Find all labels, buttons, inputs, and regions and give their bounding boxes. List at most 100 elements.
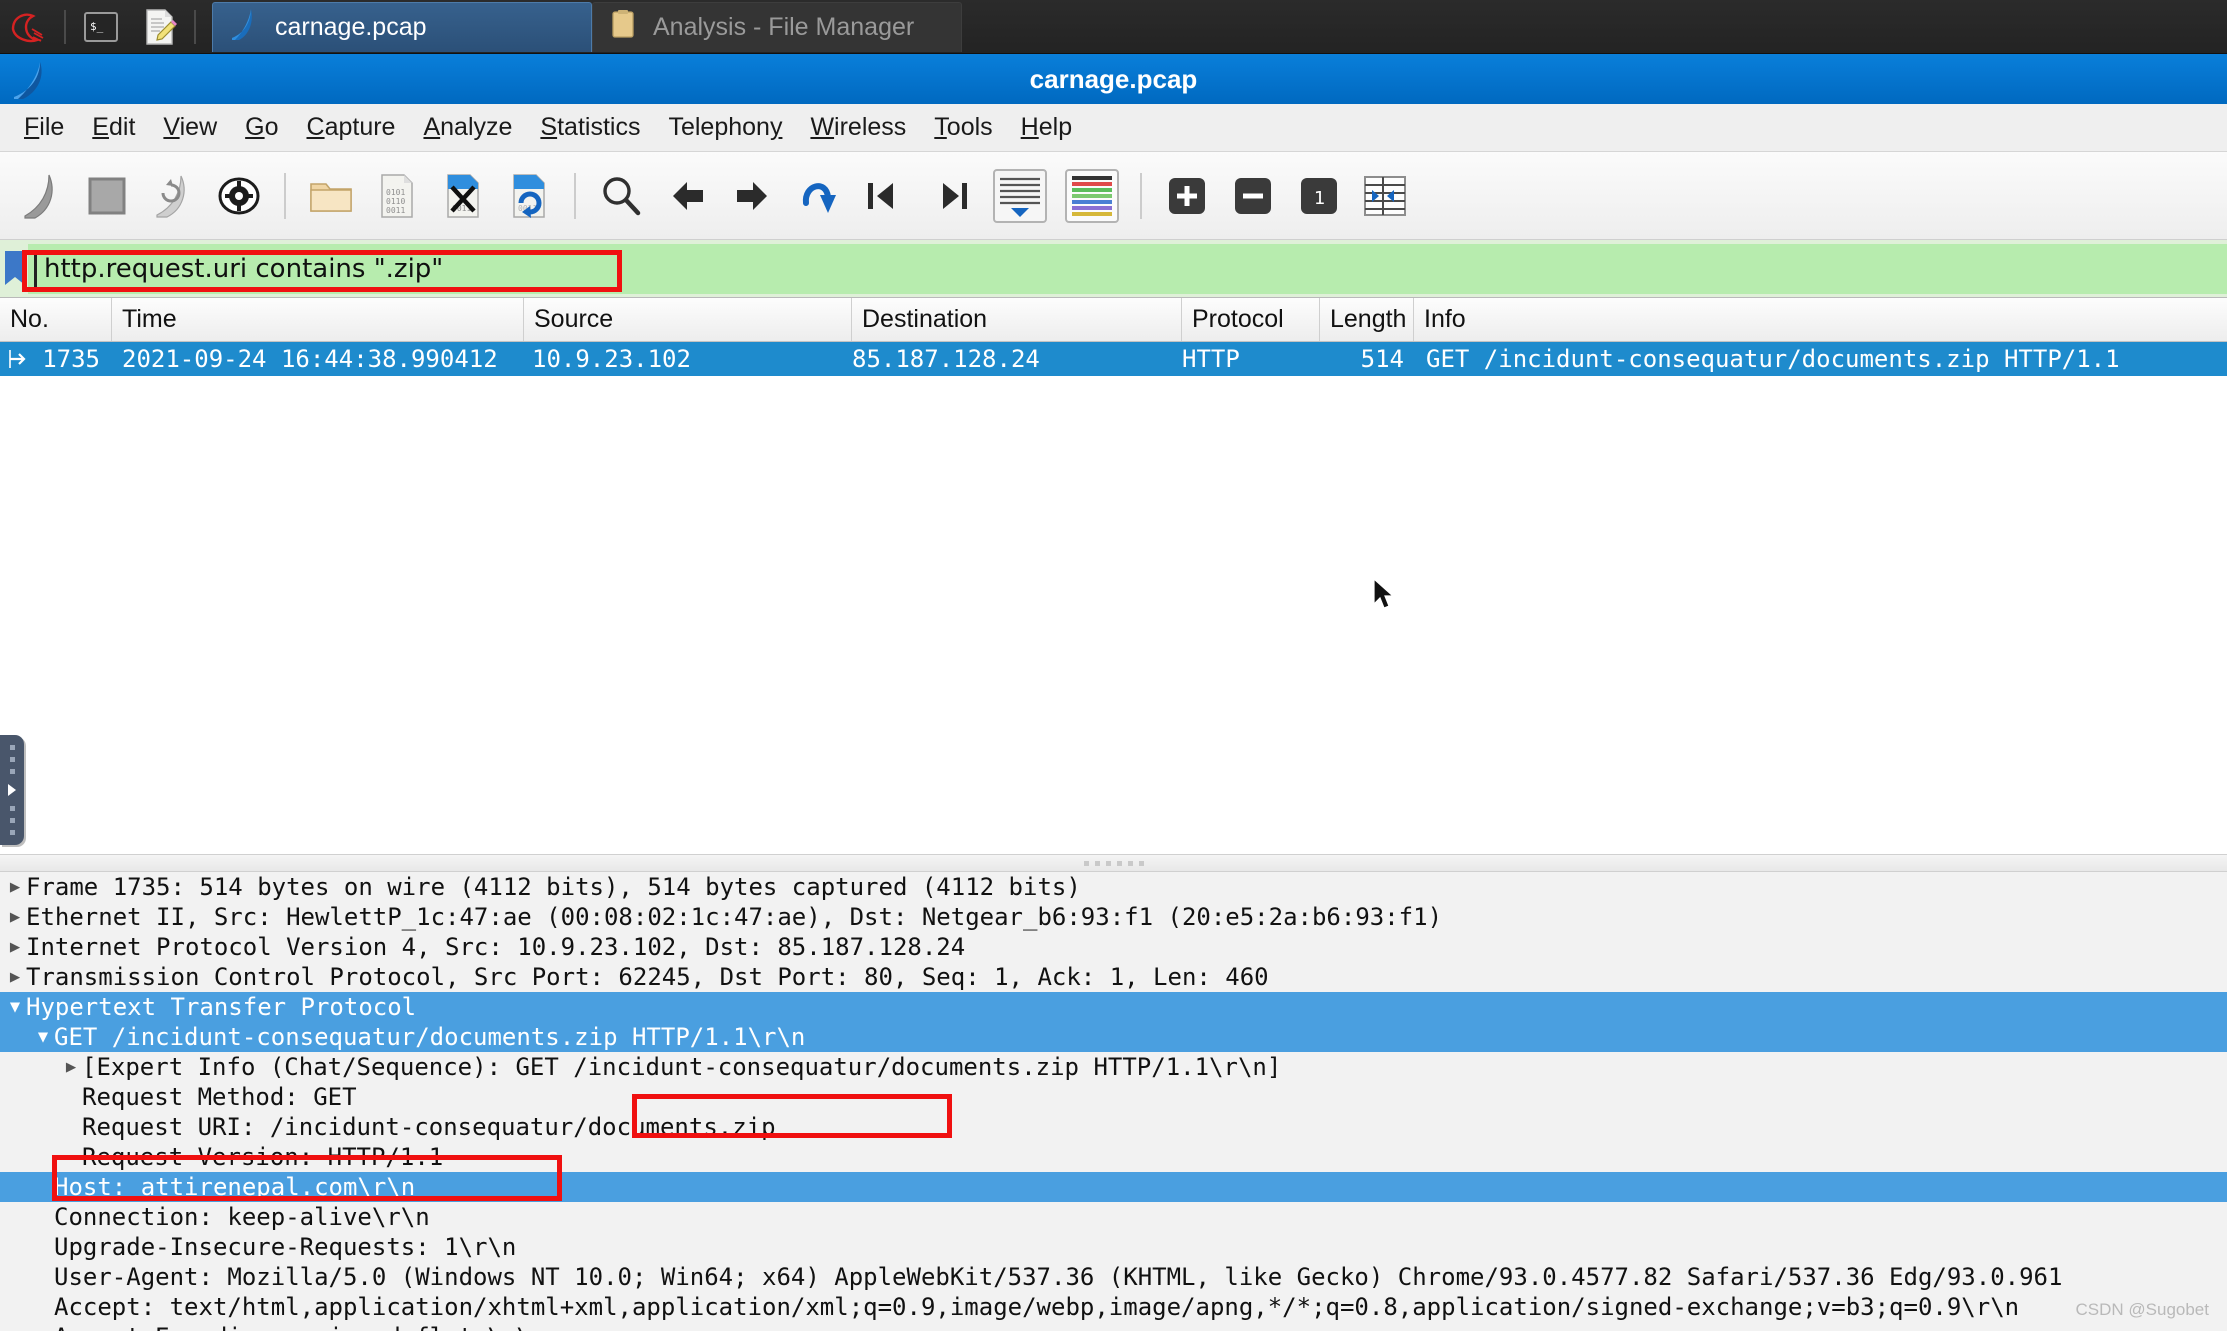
- resize-columns-icon[interactable]: [1352, 163, 1418, 229]
- column-header-destination[interactable]: Destination: [852, 298, 1182, 341]
- column-header-time[interactable]: Time: [112, 298, 524, 341]
- capture-options-icon[interactable]: [206, 163, 272, 229]
- column-header-length[interactable]: Length: [1320, 298, 1414, 341]
- detail-tree-row[interactable]: Accept-Encoding: gzip, deflate\r\n: [0, 1322, 2227, 1331]
- cell-no: 1735: [42, 345, 100, 373]
- detail-tree-row[interactable]: ▶ Transmission Control Protocol, Src Port…: [0, 962, 2227, 992]
- menu-help[interactable]: Help: [1007, 109, 1086, 146]
- taskbar-task-wireshark[interactable]: carnage.pcap: [212, 1, 592, 52]
- detail-tree-label: Transmission Control Protocol, Src Port:…: [26, 963, 1269, 991]
- detail-tree-row[interactable]: ▶ [Expert Info (Chat/Sequence): GET /inci…: [0, 1052, 2227, 1082]
- zoom-out-icon[interactable]: [1220, 163, 1286, 229]
- chevron-right-icon[interactable]: ▶: [4, 907, 26, 927]
- menu-edit[interactable]: Edit: [78, 109, 149, 146]
- go-first-packet-icon[interactable]: [852, 163, 918, 229]
- chevron-right-icon[interactable]: ▶: [4, 937, 26, 957]
- detail-tree-label: Hypertext Transfer Protocol: [26, 993, 417, 1021]
- save-file-icon[interactable]: 0101 0110 0011: [364, 163, 430, 229]
- zoom-reset-icon[interactable]: 1: [1286, 163, 1352, 229]
- taskbar-task-filemanager[interactable]: Analysis - File Manager: [592, 1, 962, 52]
- detail-tree-row[interactable]: ▶ Ethernet II, Src: HewlettP_1c:47:ae (00…: [0, 902, 2227, 932]
- detail-tree-row[interactable]: Request Method: GET: [0, 1082, 2227, 1112]
- chevron-right-icon[interactable]: ▶: [4, 877, 26, 897]
- detail-tree-row[interactable]: ▼ GET /incidunt-consequatur/documents.zip…: [0, 1022, 2227, 1052]
- svg-text:0110: 0110: [386, 197, 405, 206]
- detail-tree-row[interactable]: ▶ Frame 1735: 514 bytes on wire (4112 bit…: [0, 872, 2227, 902]
- go-to-packet-icon[interactable]: [786, 163, 852, 229]
- go-back-icon[interactable]: [654, 163, 720, 229]
- detail-tree-label: GET /incidunt-consequatur/documents.zip …: [54, 1023, 806, 1051]
- menu-go[interactable]: Go: [231, 109, 292, 146]
- detail-tree-row[interactable]: ▶ Internet Protocol Version 4, Src: 10.9.…: [0, 932, 2227, 962]
- menu-capture[interactable]: Capture: [293, 109, 410, 146]
- restart-capture-icon[interactable]: [140, 163, 206, 229]
- column-header-info[interactable]: Info: [1414, 298, 2227, 341]
- svg-text:1: 1: [1314, 188, 1325, 209]
- menu-file[interactable]: File: [10, 109, 78, 146]
- detail-tree-label: Host: attirenepal.com\r\n: [54, 1173, 416, 1201]
- cell-info: GET /incidunt-consequatur/documents.zip …: [1426, 345, 2120, 373]
- detail-tree-row[interactable]: Host: attirenepal.com\r\n: [0, 1172, 2227, 1202]
- text-editor-icon[interactable]: [138, 6, 180, 48]
- packet-list[interactable]: 1735 2021-09-24 16:44:38.990412 10.9.23.…: [0, 342, 2227, 854]
- cell-length: 514: [1360, 345, 1404, 373]
- chevron-down-icon[interactable]: ▼: [32, 1027, 54, 1047]
- detail-tree-label: Accept: text/html,application/xhtml+xml,…: [54, 1293, 2020, 1321]
- menu-view[interactable]: View: [149, 109, 231, 146]
- go-forward-icon[interactable]: [720, 163, 786, 229]
- display-filter-value: http.request.uri contains ".zip": [44, 253, 444, 284]
- terminal-icon[interactable]: $_: [80, 6, 122, 48]
- chevron-down-icon[interactable]: ▼: [4, 997, 26, 1017]
- detail-tree-label: Upgrade-Insecure-Requests: 1\r\n: [54, 1233, 517, 1261]
- cell-protocol: HTTP: [1182, 345, 1240, 373]
- menu-analyze[interactable]: Analyze: [409, 109, 526, 146]
- detail-tree-label: Request URI: /incidunt-consequatur/docum…: [82, 1113, 776, 1141]
- menu-statistics[interactable]: Statistics: [526, 109, 654, 146]
- chevron-right-icon[interactable]: ▶: [4, 967, 26, 987]
- auto-scroll-icon[interactable]: [984, 163, 1056, 229]
- zoom-in-icon[interactable]: [1154, 163, 1220, 229]
- open-file-icon[interactable]: [298, 163, 364, 229]
- display-filter-input[interactable]: http.request.uri contains ".zip": [28, 243, 2227, 294]
- find-packet-icon[interactable]: [588, 163, 654, 229]
- pane-splitter[interactable]: [0, 854, 2227, 872]
- chevron-right-icon[interactable]: ▶: [60, 1057, 82, 1077]
- reload-file-icon[interactable]: 0011: [496, 163, 562, 229]
- detail-tree-label: Ethernet II, Src: HewlettP_1c:47:ae (00:…: [26, 903, 1443, 931]
- kali-menu-icon[interactable]: [8, 6, 50, 48]
- close-file-icon[interactable]: 0011: [430, 163, 496, 229]
- menu-telephony[interactable]: Telephony: [654, 109, 796, 146]
- main-toolbar: 0101 0110 0011 0011 0011: [0, 152, 2227, 240]
- detail-tree-label: Accept-Encoding: gzip, deflate\r\n: [54, 1323, 545, 1331]
- start-capture-icon[interactable]: [8, 163, 74, 229]
- menubar: File Edit View Go Capture Analyze Statis…: [0, 104, 2227, 152]
- colorize-icon[interactable]: [1056, 163, 1128, 229]
- taskbar-task-label-filemanager: Analysis - File Manager: [653, 12, 915, 41]
- svg-text:$_: $_: [90, 20, 104, 33]
- stop-capture-icon[interactable]: [74, 163, 140, 229]
- detail-tree-row[interactable]: Request Version: HTTP/1.1: [0, 1142, 2227, 1172]
- detail-tree-row[interactable]: Accept: text/html,application/xhtml+xml,…: [0, 1292, 2227, 1322]
- svg-text:0011: 0011: [386, 206, 405, 215]
- menu-wireless[interactable]: Wireless: [796, 109, 920, 146]
- packet-list-row[interactable]: 1735 2021-09-24 16:44:38.990412 10.9.23.…: [0, 342, 2227, 376]
- detail-tree-row[interactable]: Request URI: /incidunt-consequatur/docum…: [0, 1112, 2227, 1142]
- cell-source: 10.9.23.102: [532, 345, 691, 373]
- go-last-packet-icon[interactable]: [918, 163, 984, 229]
- bookmark-icon[interactable]: [2, 249, 28, 289]
- wireshark-logo-icon: [8, 60, 52, 107]
- taskbar-separator: [64, 9, 66, 44]
- detail-tree-row[interactable]: Connection: keep-alive\r\n: [0, 1202, 2227, 1232]
- packet-details-pane[interactable]: ▶ Frame 1735: 514 bytes on wire (4112 bit…: [0, 872, 2227, 1331]
- window-titlebar: carnage.pcap: [0, 54, 2227, 104]
- detail-tree-row[interactable]: ▼ Hypertext Transfer Protocol: [0, 992, 2227, 1022]
- detail-tree-label: [Expert Info (Chat/Sequence): GET /incid…: [82, 1053, 1282, 1081]
- panel-pullout-handle[interactable]: [0, 735, 24, 845]
- column-header-protocol[interactable]: Protocol: [1182, 298, 1320, 341]
- menu-tools[interactable]: Tools: [920, 109, 1006, 146]
- detail-tree-row[interactable]: User-Agent: Mozilla/5.0 (Windows NT 10.0…: [0, 1262, 2227, 1292]
- taskbar-window-buttons: carnage.pcap Analysis - File Manager: [212, 0, 962, 53]
- detail-tree-row[interactable]: Upgrade-Insecure-Requests: 1\r\n: [0, 1232, 2227, 1262]
- column-header-no[interactable]: No.: [0, 298, 112, 341]
- column-header-source[interactable]: Source: [524, 298, 852, 341]
